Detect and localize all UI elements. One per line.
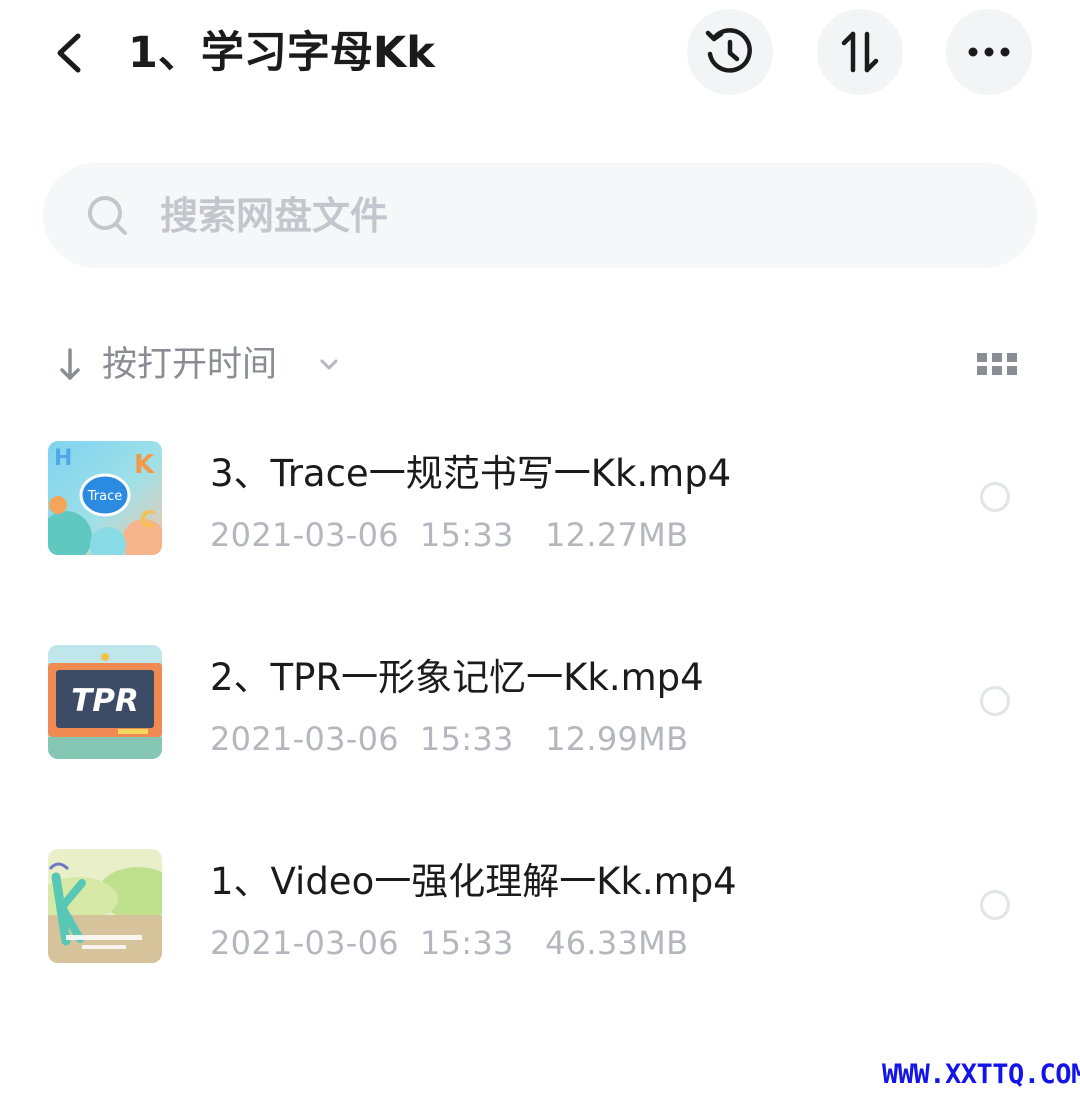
arrow-down-icon	[60, 348, 80, 380]
select-radio[interactable]	[980, 686, 1010, 716]
page-title: 1、学习字母Kk	[128, 28, 435, 78]
back-button[interactable]	[44, 22, 100, 84]
chevron-down-icon	[320, 359, 338, 370]
grid-view-icon	[977, 353, 1017, 375]
watermark-text: WWW.XXTTQ.COM	[882, 1059, 1080, 1090]
file-time: 15:33	[419, 516, 514, 554]
video-thumbnail: TPR	[48, 645, 162, 759]
history-clock-icon	[705, 28, 752, 73]
thumb-label: Trace	[87, 489, 123, 504]
chevron-left-icon	[57, 33, 81, 73]
view-toggle-button[interactable]	[972, 346, 1022, 382]
select-radio[interactable]	[980, 482, 1010, 512]
file-date: 2021-03-06	[210, 720, 399, 758]
file-name: 3、Trace一规范书写一Kk.mp4	[210, 452, 732, 495]
sort-button[interactable]	[817, 9, 903, 95]
file-size: 46.33MB	[545, 924, 689, 962]
file-row[interactable]: TPR 2、TPR一形象记忆一Kk.mp4 2021-03-06 15:33 1…	[0, 645, 1080, 849]
thumb-label: TPR	[71, 683, 139, 719]
file-time: 15:33	[419, 924, 514, 962]
sort-label: 按打开时间	[102, 345, 278, 385]
video-thumbnail	[48, 849, 162, 963]
file-time: 15:33	[419, 720, 514, 758]
file-meta: 2021-03-06 15:33 46.33MB	[210, 921, 688, 965]
more-button[interactable]	[946, 9, 1032, 95]
thumb-letter-c: C	[140, 508, 156, 533]
file-date: 2021-03-06	[210, 516, 399, 554]
file-name: 2、TPR一形象记忆一Kk.mp4	[210, 656, 704, 699]
file-row[interactable]: 1、Video一强化理解一Kk.mp4 2021-03-06 15:33 46.…	[0, 849, 1080, 1053]
file-row[interactable]: H K C Trace 3、Trace一规范书写一Kk.mp4 2021-03-…	[0, 441, 1080, 645]
file-date: 2021-03-06	[210, 924, 399, 962]
more-dots-icon	[968, 47, 1010, 57]
thumb-letter-k: K	[134, 450, 155, 480]
select-radio[interactable]	[980, 890, 1010, 920]
file-name: 1、Video一强化理解一Kk.mp4	[210, 860, 737, 903]
search-input[interactable]: 搜索网盘文件	[160, 190, 388, 242]
video-thumbnail: H K C Trace	[48, 441, 162, 555]
search-icon	[88, 196, 127, 235]
file-meta: 2021-03-06 15:33 12.27MB	[210, 513, 688, 557]
history-button[interactable]	[687, 9, 773, 95]
file-size: 12.27MB	[545, 516, 689, 554]
file-meta: 2021-03-06 15:33 12.99MB	[210, 717, 688, 761]
thumb-letter-h: H	[54, 446, 72, 471]
header-bar: 1、学习字母Kk	[0, 0, 1080, 110]
sort-arrows-icon	[841, 31, 879, 73]
file-size: 12.99MB	[545, 720, 689, 758]
